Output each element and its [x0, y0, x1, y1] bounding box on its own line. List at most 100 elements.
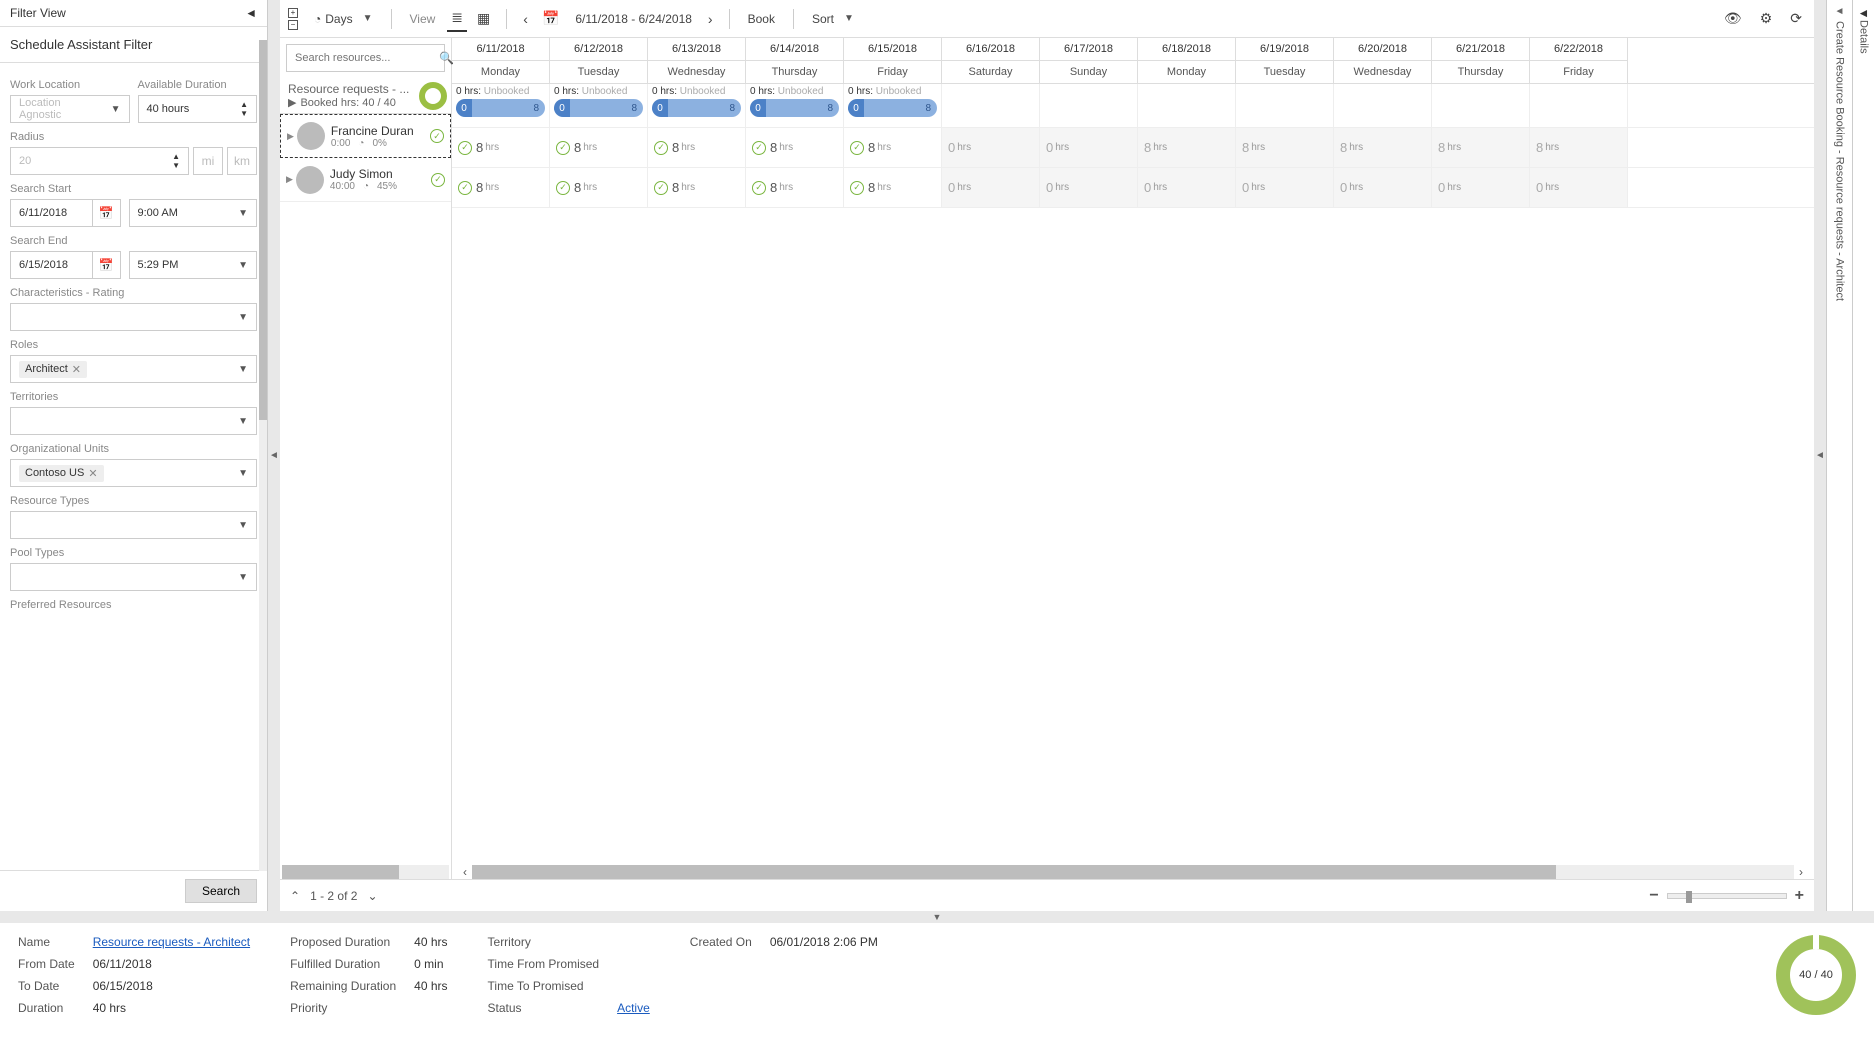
- hours-cell[interactable]: 0hrs: [1432, 168, 1530, 207]
- work-location-select[interactable]: Location Agnostic▼: [10, 95, 130, 123]
- details-rail[interactable]: ◄ Details: [1852, 0, 1874, 911]
- search-start-time-select[interactable]: 9:00 AM▼: [129, 199, 258, 227]
- detail-collapse-handle[interactable]: ▼: [0, 911, 1874, 923]
- eye-icon[interactable]: 👁: [1720, 6, 1746, 31]
- check-icon: ✓: [752, 181, 766, 195]
- book-button[interactable]: Book: [742, 8, 781, 30]
- day-header: 6/20/2018Wednesday: [1334, 38, 1432, 83]
- zoom-out-icon[interactable]: −: [1649, 887, 1658, 905]
- detail-proposed-value: 40 hrs: [414, 935, 447, 949]
- detail-status-link[interactable]: Active: [617, 1001, 650, 1015]
- collapse-filter-icon[interactable]: ◄: [245, 6, 257, 20]
- hours-cell[interactable]: 0hrs: [1040, 168, 1138, 207]
- expand-icon[interactable]: ▶: [286, 174, 293, 185]
- summary-cell: [1236, 84, 1334, 127]
- resource-row[interactable]: ▶ Judy Simon 40:00◔45% ✓: [280, 158, 451, 202]
- spinner-icon: ▲▼: [172, 152, 180, 170]
- day-header: 6/19/2018Tuesday: [1236, 38, 1334, 83]
- zoom-slider[interactable]: [1667, 893, 1787, 899]
- calendar-icon[interactable]: 📅: [93, 251, 121, 279]
- search-input[interactable]: [293, 51, 439, 65]
- progress-donut: 40 / 40: [1776, 935, 1856, 1015]
- hours-cell[interactable]: 0hrs: [1138, 168, 1236, 207]
- collapse-sidebar-handle[interactable]: ◄: [268, 0, 280, 911]
- refresh-icon[interactable]: ⟳: [1786, 6, 1806, 31]
- available-duration-select[interactable]: 40 hours ▲▼: [138, 95, 258, 123]
- hours-cell[interactable]: 8hrs: [1530, 128, 1628, 167]
- chevron-down-icon: ▼: [238, 572, 248, 583]
- pager-up-icon[interactable]: ⌃: [290, 889, 300, 903]
- hours-cell[interactable]: 0hrs: [942, 168, 1040, 207]
- search-end-date-input[interactable]: 6/15/2018: [10, 251, 93, 279]
- hours-cell[interactable]: ✓8hrs: [550, 128, 648, 167]
- territories-select[interactable]: ▼: [10, 407, 257, 435]
- hours-cell[interactable]: 8hrs: [1432, 128, 1530, 167]
- search-button[interactable]: Search: [185, 879, 257, 903]
- check-icon: ✓: [654, 181, 668, 195]
- resource-hscroll[interactable]: [282, 865, 449, 879]
- expand-icon[interactable]: ▶: [288, 96, 296, 109]
- hours-cell[interactable]: 0hrs: [1334, 168, 1432, 207]
- hours-cell[interactable]: 8hrs: [1334, 128, 1432, 167]
- expand-icon[interactable]: ▶: [287, 131, 294, 142]
- date-range-button[interactable]: 6/11/2018 - 6/24/2018: [569, 8, 698, 30]
- hours-cell[interactable]: 8hrs: [1138, 128, 1236, 167]
- remove-chip-icon[interactable]: ✕: [88, 467, 97, 480]
- hours-cell[interactable]: ✓8hrs: [844, 168, 942, 207]
- detail-created-label: Created On: [690, 935, 752, 949]
- progress-ring-icon: [419, 82, 447, 110]
- expand-all-icon[interactable]: +: [288, 8, 298, 18]
- roles-select[interactable]: Architect✕ ▼: [10, 355, 257, 383]
- chevron-down-icon: ▼: [238, 520, 248, 531]
- org-units-select[interactable]: Contoso US✕ ▼: [10, 459, 257, 487]
- hours-cell[interactable]: 0hrs: [1236, 168, 1334, 207]
- search-start-label: Search Start: [10, 183, 257, 195]
- hours-cell[interactable]: 0hrs: [942, 128, 1040, 167]
- spinner-icon[interactable]: ▲▼: [240, 100, 248, 118]
- hours-cell[interactable]: ✓8hrs: [550, 168, 648, 207]
- hours-cell[interactable]: 0hrs: [1530, 168, 1628, 207]
- chevron-down-icon: ▼: [238, 468, 248, 479]
- remove-chip-icon[interactable]: ✕: [72, 363, 81, 376]
- hours-cell[interactable]: 0hrs: [1040, 128, 1138, 167]
- detail-name-link[interactable]: Resource requests - Architect: [93, 935, 250, 949]
- sidebar-scrollbar[interactable]: [259, 40, 267, 871]
- scroll-right-icon[interactable]: ›: [1794, 865, 1808, 879]
- hours-cell[interactable]: ✓8hrs: [648, 128, 746, 167]
- calendar-icon[interactable]: 📅: [538, 6, 563, 31]
- zoom-in-icon[interactable]: +: [1795, 887, 1804, 905]
- sort-dropdown[interactable]: Sort ▼: [806, 8, 860, 30]
- pager-down-icon[interactable]: ⌄: [367, 889, 377, 903]
- hours-cell[interactable]: ✓8hrs: [844, 128, 942, 167]
- hours-cell[interactable]: ✓8hrs: [452, 128, 550, 167]
- collapse-all-icon[interactable]: −: [288, 20, 298, 30]
- next-range-icon[interactable]: ›: [704, 7, 717, 31]
- detail-to-value: 06/15/2018: [93, 979, 250, 993]
- scroll-left-icon[interactable]: ‹: [458, 865, 472, 879]
- prev-range-icon[interactable]: ‹: [519, 7, 532, 31]
- search-start-date-input[interactable]: 6/11/2018: [10, 199, 93, 227]
- collapse-right-handle[interactable]: ◄: [1814, 0, 1826, 911]
- hours-cell[interactable]: 8hrs: [1236, 128, 1334, 167]
- create-booking-rail[interactable]: ◄ Create Resource Booking - Resource req…: [1826, 0, 1852, 911]
- hours-cell[interactable]: ✓8hrs: [746, 168, 844, 207]
- hours-cell[interactable]: ✓8hrs: [648, 168, 746, 207]
- roles-label: Roles: [10, 339, 257, 351]
- pool-types-select[interactable]: ▼: [10, 563, 257, 591]
- resource-types-select[interactable]: ▼: [10, 511, 257, 539]
- grid-hscroll[interactable]: ‹ ›: [472, 865, 1794, 879]
- summary-cell: 0 hrs: Unbooked08: [648, 84, 746, 127]
- days-dropdown[interactable]: ◔ Days ▼: [308, 8, 379, 30]
- characteristics-select[interactable]: ▼: [10, 303, 257, 331]
- resource-row[interactable]: ▶ Francine Duran 0:00◔0% ✓: [280, 114, 451, 158]
- hours-cell[interactable]: ✓8hrs: [452, 168, 550, 207]
- hours-cell[interactable]: ✓8hrs: [746, 128, 844, 167]
- unit-mi-button: mi: [193, 147, 223, 175]
- list-view-icon[interactable]: ≣: [447, 5, 467, 32]
- gear-icon[interactable]: ⚙: [1756, 6, 1777, 31]
- summary-cell: 0 hrs: Unbooked08: [452, 84, 550, 127]
- calendar-icon[interactable]: 📅: [93, 199, 121, 227]
- search-end-time-select[interactable]: 5:29 PM▼: [129, 251, 258, 279]
- resource-search[interactable]: 🔍: [286, 44, 445, 72]
- grid-view-icon[interactable]: ▦: [473, 6, 494, 31]
